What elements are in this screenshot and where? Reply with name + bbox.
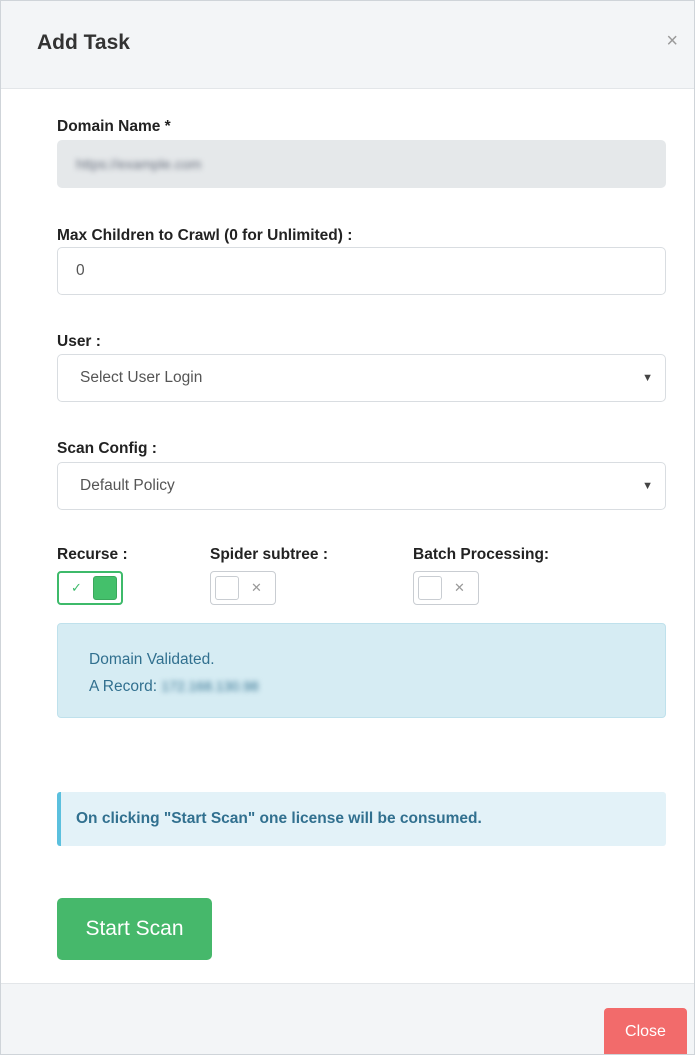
a-record-label: A Record: [89,678,158,695]
domain-name-value: https://example.com [76,156,202,172]
close-icon[interactable]: × [666,31,678,51]
a-record-line: A Record: 172.168.130.98 [89,673,665,700]
user-label: User : [57,333,101,350]
modal-footer: Close [1,983,694,1054]
close-button[interactable]: Close [604,1008,687,1054]
max-children-label: Max Children to Crawl (0 for Unlimited) … [57,227,353,244]
spider-subtree-label: Spider subtree : [210,546,328,563]
validation-status: Domain Validated. [89,651,215,668]
max-children-value: 0 [76,262,85,279]
scan-config-select[interactable]: Default Policy ▼ [57,462,666,510]
domain-validation-alert: Domain Validated. A Record: 172.168.130.… [57,623,666,718]
toggle-knob [418,576,442,600]
chevron-down-icon: ▼ [642,372,653,384]
scan-config-select-value: Default Policy [80,477,175,494]
batch-processing-toggle[interactable]: ✕ [413,571,479,605]
x-icon: ✕ [454,580,465,595]
a-record-value: 172.168.130.98 [161,678,259,694]
domain-name-label: Domain Name * [57,118,171,135]
check-icon: ✓ [71,580,82,595]
scan-config-label: Scan Config : [57,440,157,457]
modal-title: Add Task [37,31,130,54]
user-select[interactable]: Select User Login ▼ [57,354,666,402]
spider-subtree-toggle[interactable]: ✕ [210,571,276,605]
recurse-toggle[interactable]: ✓ [57,571,123,605]
license-notice: On clicking "Start Scan" one license wil… [57,792,666,846]
domain-name-input: https://example.com [57,140,666,188]
x-icon: ✕ [251,580,262,595]
max-children-input[interactable]: 0 [57,247,666,295]
chevron-down-icon: ▼ [642,480,653,492]
user-select-value: Select User Login [80,369,203,386]
start-scan-button[interactable]: Start Scan [57,898,212,960]
batch-processing-label: Batch Processing: [413,546,550,563]
modal-header: Add Task × [1,1,694,89]
recurse-label: Recurse : [57,546,128,563]
toggle-knob [93,576,117,600]
add-task-modal: Add Task × Domain Name * https://example… [0,0,695,1055]
toggle-knob [215,576,239,600]
